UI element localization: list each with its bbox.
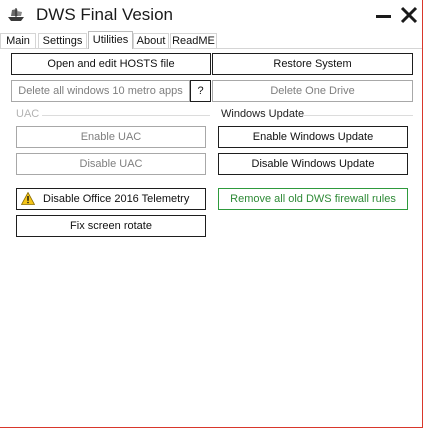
uac-group-label: UAC: [16, 108, 40, 120]
app-window: DWS Final Vesion Main Settings Utilities…: [0, 0, 423, 428]
delete-metro-apps-button[interactable]: Delete all windows 10 metro apps: [11, 80, 190, 102]
remove-firewall-rules-button[interactable]: Remove all old DWS firewall rules: [218, 188, 408, 210]
windows-update-group-label: Windows Update: [221, 108, 305, 120]
enable-uac-button[interactable]: Enable UAC: [16, 126, 206, 148]
minimize-icon[interactable]: [371, 4, 395, 26]
tab-about[interactable]: About: [133, 33, 169, 48]
open-hosts-button[interactable]: Open and edit HOSTS file: [11, 53, 211, 75]
disable-uac-button[interactable]: Disable UAC: [16, 153, 206, 175]
disable-office-telemetry-button[interactable]: Disable Office 2016 Telemetry: [16, 188, 206, 210]
fix-screen-rotate-button[interactable]: Fix screen rotate: [16, 215, 206, 237]
tab-strip: Main Settings Utilities About ReadME: [0, 31, 422, 49]
tab-settings[interactable]: Settings: [38, 33, 87, 48]
close-icon[interactable]: [398, 4, 420, 26]
disable-windows-update-button[interactable]: Disable Windows Update: [218, 153, 408, 175]
office-telemetry-label: Disable Office 2016 Telemetry: [43, 193, 190, 205]
restore-system-button[interactable]: Restore System: [212, 53, 413, 75]
tab-panel-border: [0, 48, 422, 49]
warning-icon: [21, 192, 35, 205]
uac-group-line: [42, 115, 210, 116]
title-bar[interactable]: DWS Final Vesion: [0, 0, 422, 31]
delete-onedrive-button[interactable]: Delete One Drive: [212, 80, 413, 102]
tab-readme[interactable]: ReadME: [170, 33, 217, 48]
enable-windows-update-button[interactable]: Enable Windows Update: [218, 126, 408, 148]
tab-utilities[interactable]: Utilities: [88, 31, 133, 49]
pirate-ship-icon: [8, 8, 24, 21]
window-title: DWS Final Vesion: [36, 5, 173, 24]
help-button[interactable]: ?: [190, 80, 211, 102]
tab-main[interactable]: Main: [0, 33, 36, 48]
windows-update-group-line: [303, 115, 413, 116]
